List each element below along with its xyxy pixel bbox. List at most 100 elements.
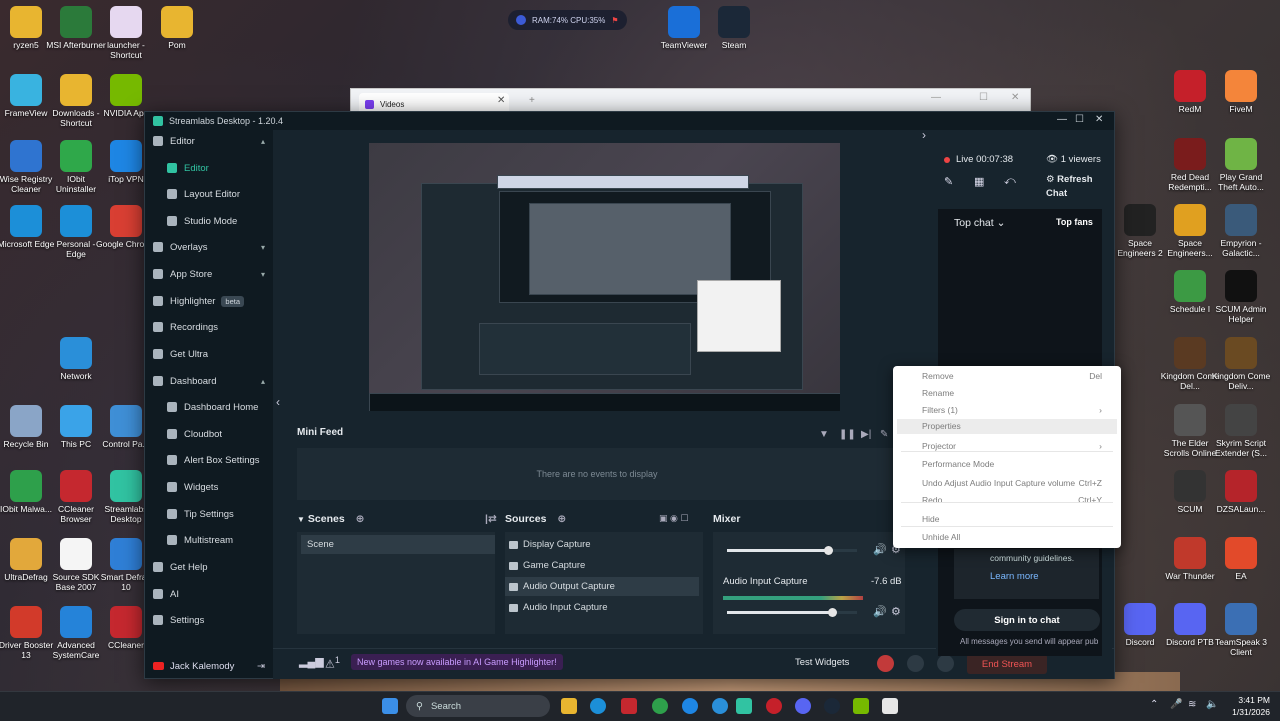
logout-icon[interactable]: ⇥	[257, 661, 265, 672]
maximize-icon[interactable]: ☐	[1075, 114, 1084, 125]
desktop-shortcut[interactable]: Network	[46, 337, 106, 381]
sidebar-item-dashboard[interactable]: Dashboard ▴	[145, 370, 273, 392]
filter-icon[interactable]: ▼	[819, 429, 829, 440]
refresh-chat-button[interactable]: ⚙ Refresh Chat	[1046, 173, 1106, 201]
desktop-shortcut[interactable]: Skyrim Script Extender (S...	[1211, 404, 1271, 458]
gear-icon[interactable]: ⚙	[891, 605, 901, 618]
sidebar-item-get-help[interactable]: Get Help	[145, 556, 273, 578]
settings-app-icon[interactable]	[712, 698, 728, 714]
desktop-shortcut[interactable]: FiveM	[1211, 70, 1271, 114]
desktop-shortcut[interactable]: SCUM Admin Helper	[1211, 270, 1271, 324]
performance-stats-icon[interactable]: ▂▄▆	[299, 655, 324, 668]
sidebar-item-layout-editor[interactable]: Layout Editor	[145, 183, 273, 205]
minimize-icon[interactable]: —	[1057, 114, 1067, 125]
top-chat-dropdown[interactable]: Top chat ⌄	[954, 217, 1005, 229]
new-tab-icon[interactable]: +	[529, 95, 535, 106]
desktop-shortcut[interactable]: Steam	[704, 6, 764, 50]
context-menu-item-hide[interactable]: Hide	[922, 514, 1112, 524]
mixer-fader-1[interactable]	[727, 546, 857, 555]
desktop-shortcut[interactable]: TeamSpeak 3 Client	[1211, 603, 1271, 657]
chevron-up-icon[interactable]: ▴	[261, 137, 265, 146]
alert-icon[interactable]: ⚠1	[325, 655, 340, 671]
collapse-left-icon[interactable]: ‹	[276, 395, 280, 409]
learn-more-link[interactable]: Learn more	[990, 571, 1039, 582]
steam-icon[interactable]	[824, 698, 840, 714]
sidebar-item-tip-settings[interactable]: Tip Settings	[145, 503, 273, 525]
xbox-icon[interactable]	[652, 698, 668, 714]
speaker-icon[interactable]: 🔊	[873, 543, 887, 556]
source-item[interactable]: Audio Output Capture	[505, 577, 699, 596]
source-item[interactable]: Display Capture	[505, 535, 699, 554]
sidebar-item-alert-box-settings[interactable]: Alert Box Settings	[145, 449, 273, 471]
sidebar-item-widgets[interactable]: Widgets	[145, 476, 273, 498]
chevron-up-icon[interactable]: ⌃	[1150, 699, 1158, 710]
desktop-shortcut[interactable]: DZSALaun...	[1211, 470, 1271, 514]
context-menu-item-remove[interactable]: Remove Del	[922, 371, 1112, 381]
minimize-icon[interactable]: —	[931, 92, 941, 103]
context-menu-item-unhide-all[interactable]: Unhide All	[922, 532, 1112, 542]
sidebar-item-multistream[interactable]: Multistream	[145, 529, 273, 551]
add-scene-icon[interactable]: ⊕	[356, 513, 365, 525]
skip-icon[interactable]: ▶|	[861, 429, 871, 440]
end-stream-button[interactable]: End Stream	[967, 654, 1047, 674]
export-icon[interactable]: ▦	[974, 175, 984, 188]
share-icon[interactable]: ⤺	[1004, 175, 1016, 188]
wifi-icon[interactable]: ≋	[1188, 699, 1196, 710]
mixer-fader-2[interactable]	[727, 608, 857, 617]
context-menu-item-redo[interactable]: Redo Ctrl+Y	[922, 495, 1112, 505]
sidebar-item-ai[interactable]: AI	[145, 583, 273, 605]
screenshot-icon[interactable]	[937, 655, 954, 672]
mixer-fader-2-knob[interactable]	[828, 608, 838, 617]
taskbar-search[interactable]: ⚲ Search	[406, 695, 550, 717]
top-fans-label[interactable]: Top fans	[1056, 217, 1093, 227]
source-item[interactable]: Game Capture	[505, 556, 699, 575]
sign-in-button[interactable]: Sign in to chat	[954, 609, 1100, 631]
source-tools-icon[interactable]: ▣ ◉ ☐	[659, 513, 688, 524]
desktop-shortcut[interactable]: Play Grand Theft Auto...	[1211, 138, 1271, 192]
scene-transitions-icon[interactable]: |⇄	[485, 513, 497, 525]
sidebar-item-recordings[interactable]: Recordings	[145, 316, 273, 338]
desktop-shortcut[interactable]: Kingdom Come Deliv...	[1211, 337, 1271, 391]
scenes-chevron-icon[interactable]: ▼	[297, 515, 305, 524]
chevron-up-icon[interactable]: ▴	[261, 377, 265, 386]
test-widgets-label[interactable]: Test Widgets	[795, 657, 849, 668]
sidebar-item-get-ultra[interactable]: Get Ultra	[145, 343, 273, 365]
pause-icon[interactable]: ❚❚	[839, 429, 856, 440]
close-window-icon[interactable]: ✕	[1095, 114, 1103, 125]
context-menu-item-performance-mode[interactable]: Performance Mode	[922, 459, 1112, 469]
nvidia-icon[interactable]	[853, 698, 869, 714]
chevron-down-icon[interactable]: ▾	[261, 243, 265, 252]
edge-icon[interactable]	[590, 698, 606, 714]
stream-preview[interactable]	[369, 143, 840, 411]
sidebar-item-app-store[interactable]: App Store ▾	[145, 263, 273, 285]
close-tab-icon[interactable]: ✕	[497, 95, 505, 106]
context-menu-item-properties[interactable]: Properties	[897, 419, 1117, 434]
desktop-shortcut[interactable]: Empyrion - Galactic...	[1211, 204, 1271, 258]
file-explorer-icon[interactable]	[561, 698, 577, 714]
discord-icon[interactable]	[795, 698, 811, 714]
start-icon[interactable]	[382, 698, 398, 714]
sidebar-item-settings[interactable]: Settings	[145, 609, 273, 631]
collapse-right-icon[interactable]: ›	[922, 128, 926, 142]
vpn-icon[interactable]	[682, 698, 698, 714]
desktop-shortcut[interactable]: Pom	[147, 6, 207, 50]
sidebar-item-editor[interactable]: Editor ▴	[145, 130, 273, 152]
microphone-icon[interactable]: 🎤	[1170, 699, 1182, 710]
edit-icon[interactable]: ✎	[944, 175, 953, 188]
chevron-down-icon[interactable]: ▾	[261, 270, 265, 279]
record-button[interactable]	[877, 655, 894, 672]
sidebar-item-cloudbot[interactable]: Cloudbot	[145, 423, 273, 445]
add-source-icon[interactable]: ⊕	[557, 513, 566, 525]
volume-icon[interactable]: 🔈	[1206, 699, 1218, 710]
maximize-icon[interactable]: ☐	[979, 92, 988, 103]
close-window-icon[interactable]: ✕	[1011, 92, 1019, 103]
sidebar-item-overlays[interactable]: Overlays ▾	[145, 236, 273, 258]
ccleaner-icon[interactable]	[621, 698, 637, 714]
context-menu-item-rename[interactable]: Rename	[922, 388, 1112, 398]
mixer-fader-1-knob[interactable]	[824, 546, 834, 555]
sidebar-item-dashboard-home[interactable]: Dashboard Home	[145, 396, 273, 418]
source-item[interactable]: Audio Input Capture	[505, 598, 699, 617]
mute-alerts-icon[interactable]: ✎	[880, 429, 888, 440]
sidebar-item-studio-mode[interactable]: Studio Mode	[145, 210, 273, 232]
app-icon[interactable]	[882, 698, 898, 714]
